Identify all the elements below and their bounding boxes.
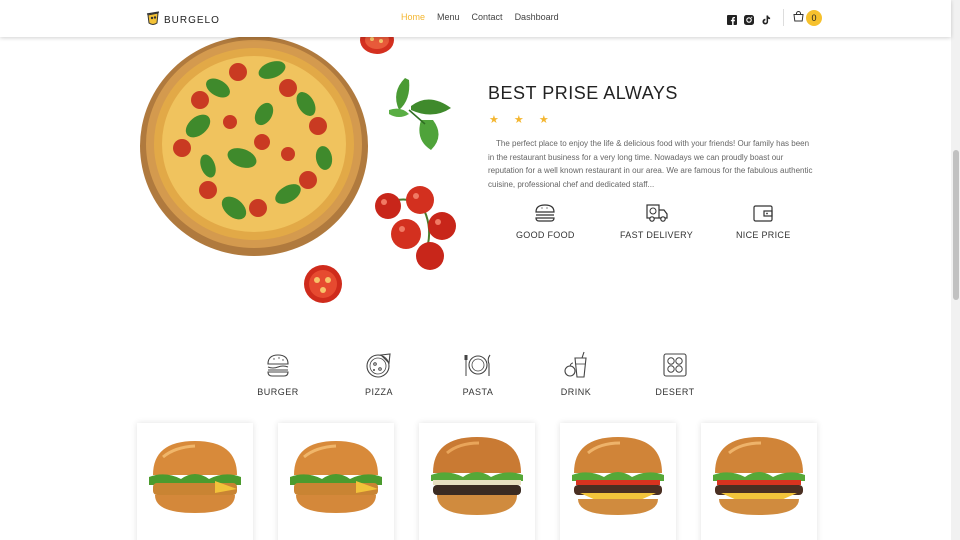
main-nav: Home Menu Contact Dashboard	[401, 12, 571, 22]
top-navbar: BURGELO Home Menu Contact Dashboard 0	[0, 0, 951, 37]
feature-good-food: GOOD FOOD	[516, 202, 575, 240]
category-drink[interactable]: DRINK	[546, 351, 606, 397]
wallet-icon	[753, 205, 773, 222]
logo-text: BURGELO	[164, 14, 220, 26]
tiktok-icon[interactable]	[761, 12, 771, 25]
hero-description: The perfect place to enjoy the life & de…	[488, 139, 813, 189]
drink-icon	[564, 351, 587, 378]
beef-burger-image	[431, 437, 523, 515]
cheeseburger-image	[572, 437, 664, 515]
delivery-truck-icon	[645, 204, 668, 222]
nav-home[interactable]: Home	[401, 12, 425, 22]
facebook-icon[interactable]	[727, 12, 737, 25]
feature-label: NICE PRICE	[736, 230, 791, 240]
nav-menu[interactable]: Menu	[437, 12, 460, 22]
cart-icon[interactable]	[793, 11, 804, 22]
product-card[interactable]	[278, 423, 394, 540]
cart-count-badge[interactable]: 0	[806, 10, 822, 26]
rating-stars: ★ ★ ★	[489, 114, 555, 126]
social-links	[727, 12, 771, 25]
scrollbar-thumb[interactable]	[953, 150, 959, 300]
cheeseburger-image	[713, 437, 805, 515]
category-label: BURGER	[257, 387, 299, 397]
category-pizza[interactable]: PIZZA	[349, 351, 409, 397]
category-pasta[interactable]: PASTA	[448, 351, 508, 397]
product-card[interactable]	[419, 423, 535, 540]
category-label: DRINK	[560, 387, 592, 397]
burger-icon	[535, 204, 555, 222]
feature-label: FAST DELIVERY	[620, 230, 694, 240]
pizza-icon	[366, 353, 391, 378]
product-card[interactable]	[701, 423, 817, 540]
chicken-burger-image	[149, 441, 241, 513]
feature-fast-delivery: FAST DELIVERY	[620, 202, 693, 240]
category-label: PIZZA	[364, 387, 393, 397]
nav-contact[interactable]: Contact	[472, 12, 503, 22]
cherry-tomatoes-image	[375, 186, 456, 270]
header-divider	[783, 9, 784, 26]
feature-label: GOOD FOOD	[516, 230, 575, 240]
category-desert[interactable]: DESERT	[645, 351, 705, 397]
category-label: PASTA	[462, 387, 494, 397]
logo-icon	[146, 11, 160, 25]
product-card[interactable]	[137, 423, 253, 540]
tomato-half-image	[304, 265, 342, 303]
plate-icon	[464, 354, 491, 376]
feature-nice-price: NICE PRICE	[736, 202, 791, 240]
logo[interactable]: BURGELO	[145, 9, 220, 27]
product-card[interactable]	[560, 423, 676, 540]
hero-title: BEST PRISE ALWAYS	[488, 83, 678, 103]
pizza-image	[140, 36, 368, 256]
chicken-burger-image	[290, 441, 382, 513]
basil-leaves-image	[389, 78, 451, 150]
nav-dashboard[interactable]: Dashboard	[515, 12, 559, 22]
features-row: GOOD FOOD FAST DELIVERY NICE PRICE	[488, 202, 808, 252]
desert-icon	[663, 353, 687, 377]
category-label: DESERT	[655, 387, 695, 397]
instagram-icon[interactable]	[744, 12, 754, 25]
category-burger[interactable]: BURGER	[248, 351, 308, 397]
burger-icon	[267, 354, 289, 377]
